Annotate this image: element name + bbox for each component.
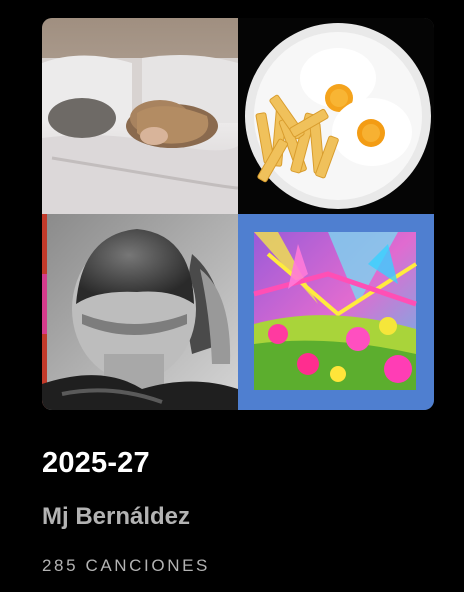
eggs-fries-image [238,18,434,214]
haircut-image [42,214,238,410]
playlist-cover[interactable] [42,18,434,410]
cover-tile-bed-photo [42,18,238,214]
abstract-art-image [238,214,434,410]
bed-photo-image [42,18,238,214]
cover-tile-art-painting [238,214,434,410]
playlist-owner-link[interactable]: Mj Bernáldez [42,503,190,530]
cover-mosaic [42,18,434,410]
cover-tile-haircut-photo [42,214,238,410]
cover-tile-eggs-photo [238,18,434,214]
playlist-title: 2025-27 [42,447,150,479]
playlist-header: 2025-27 Mj Bernáldez 285 CANCIONES [0,0,464,592]
playlist-song-count: 285 CANCIONES [42,556,210,575]
